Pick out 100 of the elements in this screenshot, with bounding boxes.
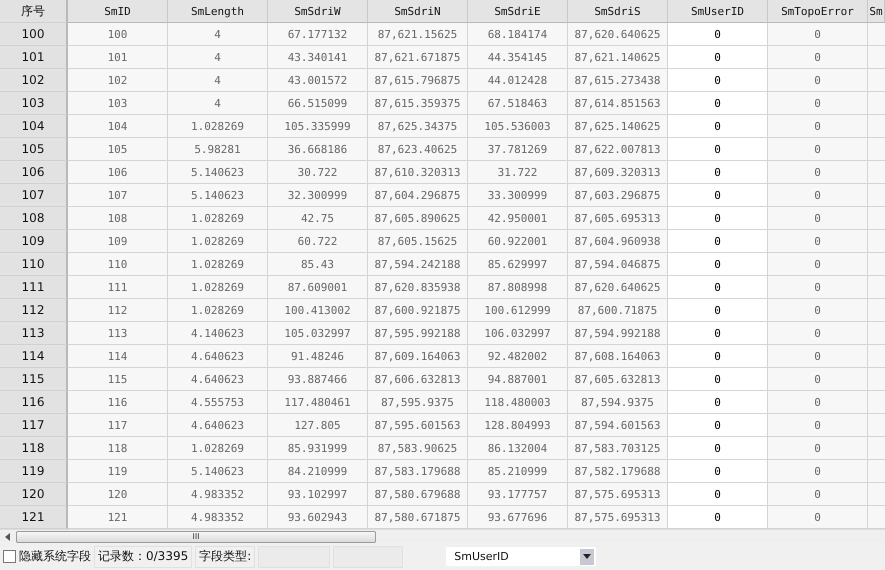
table-cell: 1.028269 [168, 437, 268, 460]
row-number[interactable]: 111 [0, 276, 68, 299]
row-number[interactable]: 107 [0, 184, 68, 207]
row-number[interactable]: 100 [0, 23, 68, 46]
table-cell: 87,594.046875 [568, 253, 668, 276]
table-cell: 0 [768, 207, 868, 230]
table-cell: 0 [668, 414, 768, 437]
table-cell: 87,594.9375 [568, 391, 668, 414]
table-cell: 0 [768, 161, 868, 184]
scrollbar-thumb[interactable]: III [16, 530, 376, 542]
table-cell: 0 [768, 115, 868, 138]
row-number[interactable]: 112 [0, 299, 68, 322]
table-cell: 0 [768, 483, 868, 506]
table-cell: 87,594.992188 [568, 322, 668, 345]
table-cell: 0 [768, 184, 868, 207]
table-cell: 111 [68, 276, 168, 299]
table-cell: 0 [768, 368, 868, 391]
row-number[interactable]: 120 [0, 483, 68, 506]
table-cell: 0 [668, 483, 768, 506]
row-number[interactable]: 102 [0, 69, 68, 92]
table-cell: 106.032997 [468, 322, 568, 345]
table-cell: 0 [768, 391, 868, 414]
table-cell: 87,609.320313 [568, 161, 668, 184]
table-cell: 105 [68, 138, 168, 161]
table-cell: 0 [768, 322, 868, 345]
table-cell: 87,621.15625 [368, 23, 468, 46]
table-cell: 0 [668, 460, 768, 483]
row-number[interactable]: 109 [0, 230, 68, 253]
row-number[interactable]: 117 [0, 414, 68, 437]
row-number[interactable]: 110 [0, 253, 68, 276]
table-cell: 60.922001 [468, 230, 568, 253]
table-cell: 0 [768, 299, 868, 322]
table-cell: 120 [68, 483, 168, 506]
table-cell: 85.931999 [268, 437, 368, 460]
table-cell: 94.887001 [468, 368, 568, 391]
column-header[interactable]: SmSdriN [368, 0, 468, 23]
table-cell: 115 [68, 368, 168, 391]
table-cell: 1.028269 [168, 115, 268, 138]
table-cell: 1.028269 [168, 276, 268, 299]
table-cell: 0 [768, 345, 868, 368]
table-cell: 87,595.9375 [368, 391, 468, 414]
row-number[interactable]: 106 [0, 161, 68, 184]
dropdown-caret-icon[interactable] [583, 554, 592, 559]
table-cell: 0 [668, 276, 768, 299]
table-cell: 0 [668, 391, 768, 414]
table-cell: 87,605.695313 [568, 207, 668, 230]
table-cell: 36.668186 [268, 138, 368, 161]
scroll-left-icon[interactable] [4, 532, 12, 540]
row-number[interactable]: 121 [0, 506, 68, 529]
table-cell: 0 [768, 414, 868, 437]
table-cell: 87,609.164063 [368, 345, 468, 368]
table-cell: 4.555753 [168, 391, 268, 414]
table-cell: 103 [68, 92, 168, 115]
row-number[interactable]: 119 [0, 460, 68, 483]
table-cell: 87,615.359375 [368, 92, 468, 115]
row-number[interactable]: 113 [0, 322, 68, 345]
row-number[interactable]: 115 [0, 368, 68, 391]
table-cell: 110 [68, 253, 168, 276]
field-select[interactable]: SmUserID [446, 547, 596, 566]
table-cell: 87,600.71875 [568, 299, 668, 322]
table-cell: 0 [768, 138, 868, 161]
table-cell: 87,621.140625 [568, 46, 668, 69]
table-cell: 67.518463 [468, 92, 568, 115]
row-number[interactable]: 104 [0, 115, 68, 138]
row-number[interactable]: 118 [0, 437, 68, 460]
table-cell: 118 [68, 437, 168, 460]
row-number-header: 序号 [0, 0, 68, 23]
column-header[interactable]: SmSdriE [468, 0, 568, 23]
table-cell: 100.413002 [268, 299, 368, 322]
row-number[interactable]: 108 [0, 207, 68, 230]
table-cell: 0 [668, 368, 768, 391]
table-cell: 5.98281 [168, 138, 268, 161]
table-cell: 93.102997 [268, 483, 368, 506]
column-header[interactable]: SmSdriW [268, 0, 368, 23]
table-cell: 0 [668, 92, 768, 115]
hide-system-fields-checkbox[interactable]: 隐藏系统字段 [3, 548, 91, 565]
table-cell: 0 [668, 161, 768, 184]
table-cell: 84.210999 [268, 460, 368, 483]
column-header[interactable]: Sm [868, 0, 885, 23]
row-number[interactable]: 114 [0, 345, 68, 368]
table-cell: 0 [668, 322, 768, 345]
column-header[interactable]: SmLength [168, 0, 268, 23]
table-cell: 30.722 [268, 161, 368, 184]
row-number[interactable]: 105 [0, 138, 68, 161]
row-number[interactable]: 101 [0, 46, 68, 69]
table-cell: 87,625.34375 [368, 115, 468, 138]
table-cell: 44.012428 [468, 69, 568, 92]
row-number[interactable]: 116 [0, 391, 68, 414]
table-cell: 93.177757 [468, 483, 568, 506]
column-header[interactable]: SmTopoError [768, 0, 868, 23]
table-cell: 100 [68, 23, 168, 46]
table-cell: 4 [168, 23, 268, 46]
row-number[interactable]: 103 [0, 92, 68, 115]
column-header[interactable]: SmUserID [668, 0, 768, 23]
table-cell: 33.300999 [468, 184, 568, 207]
table-cell: 87,580.679688 [368, 483, 468, 506]
column-header[interactable]: SmSdriS [568, 0, 668, 23]
table-cell: 0 [668, 46, 768, 69]
column-header[interactable]: SmID [68, 0, 168, 23]
table-cell: 106 [68, 161, 168, 184]
